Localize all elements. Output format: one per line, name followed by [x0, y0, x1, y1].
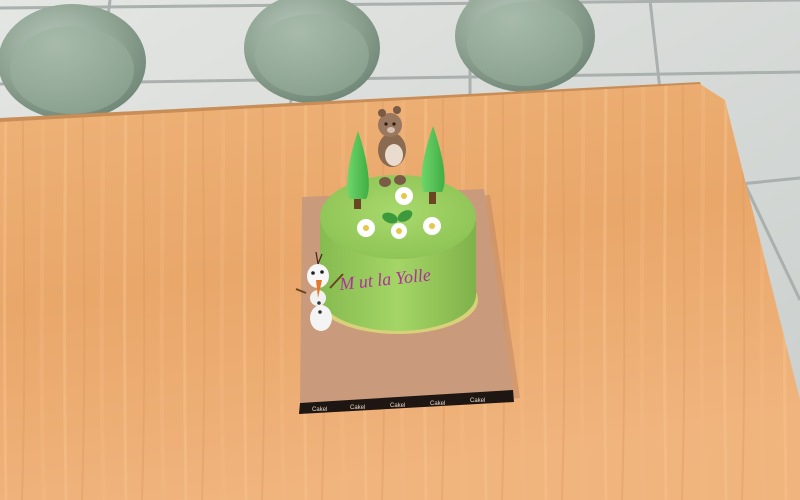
daisy-flower [395, 187, 413, 205]
board-border-text: Cakel [390, 403, 405, 409]
green-cake: M ut la Yolle [318, 175, 478, 334]
board-border-text: Cakel [430, 401, 445, 407]
daisy-flower [423, 217, 441, 235]
daisy-flower [391, 223, 407, 239]
cake-scene: Cakel Cakel Cakel Cakel Cakel M ut la Yo… [0, 0, 800, 500]
board-border-text: Cakel [470, 398, 485, 404]
board-border-text: Cakel [350, 405, 365, 411]
board-border-text: Cakel [312, 407, 327, 413]
daisy-flower [357, 219, 375, 237]
chair-left [0, 4, 146, 120]
scene-svg: Cakel Cakel Cakel Cakel Cakel M ut la Yo… [0, 0, 800, 500]
